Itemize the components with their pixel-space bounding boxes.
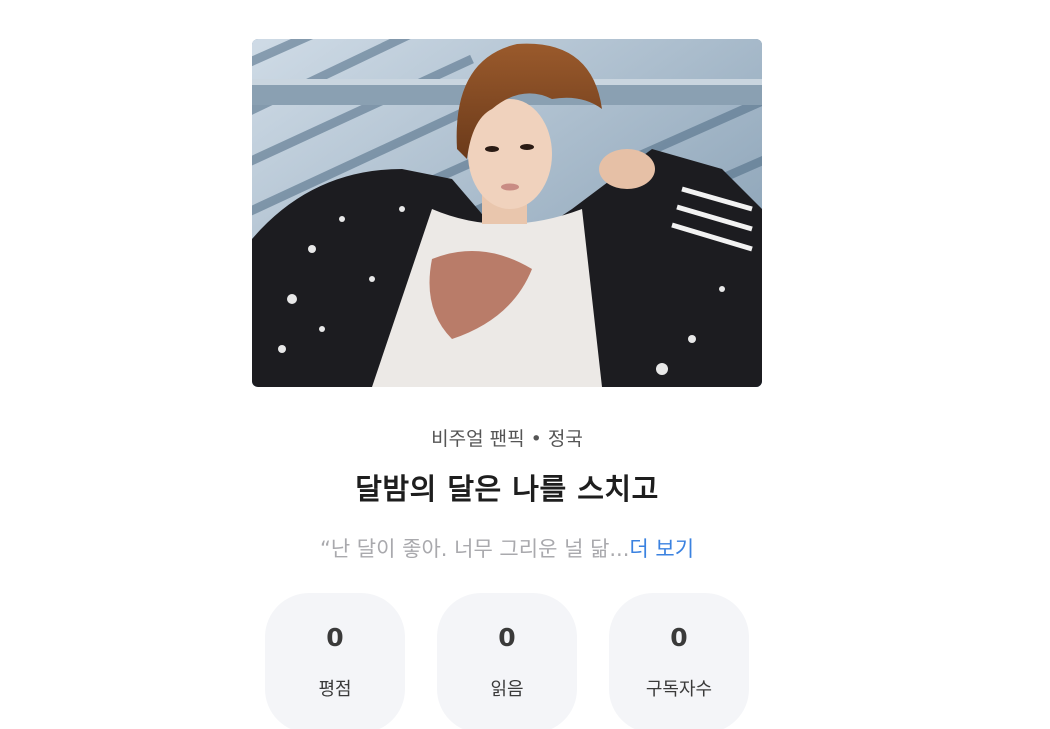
synopsis: “난 달이 좋아. 너무 그리운 널 닮...더 보기 (0, 533, 1014, 563)
category-label: 비주얼 팬픽 (431, 428, 525, 450)
stat-rating-value: 0 (326, 623, 344, 652)
stat-subscribers: 0 구독자수 (609, 593, 749, 729)
stat-reads: 0 읽음 (437, 593, 577, 729)
category-line: 비주얼 팬픽 • 정국 (0, 424, 1014, 451)
more-link[interactable]: 더 보기 (629, 537, 694, 561)
stat-subscribers-label: 구독자수 (645, 679, 713, 700)
stat-reads-value: 0 (498, 623, 516, 652)
separator-dot: • (530, 428, 542, 450)
cover-image (252, 39, 762, 387)
character-label: 정국 (547, 428, 583, 450)
stat-rating: 0 평점 (265, 593, 405, 729)
stat-reads-label: 읽음 (490, 679, 524, 700)
synopsis-text: “난 달이 좋아. 너무 그리운 널 닮... (319, 537, 630, 561)
work-title: 달밤의 달은 나를 스치고 (355, 472, 659, 506)
stat-subscribers-value: 0 (670, 623, 688, 652)
work-detail-page: 비주얼 팬픽 • 정국 달밤의 달은 나를 스치고 “난 달이 좋아. 너무 그리운… (0, 0, 1050, 729)
stat-rating-label: 평점 (318, 679, 352, 700)
